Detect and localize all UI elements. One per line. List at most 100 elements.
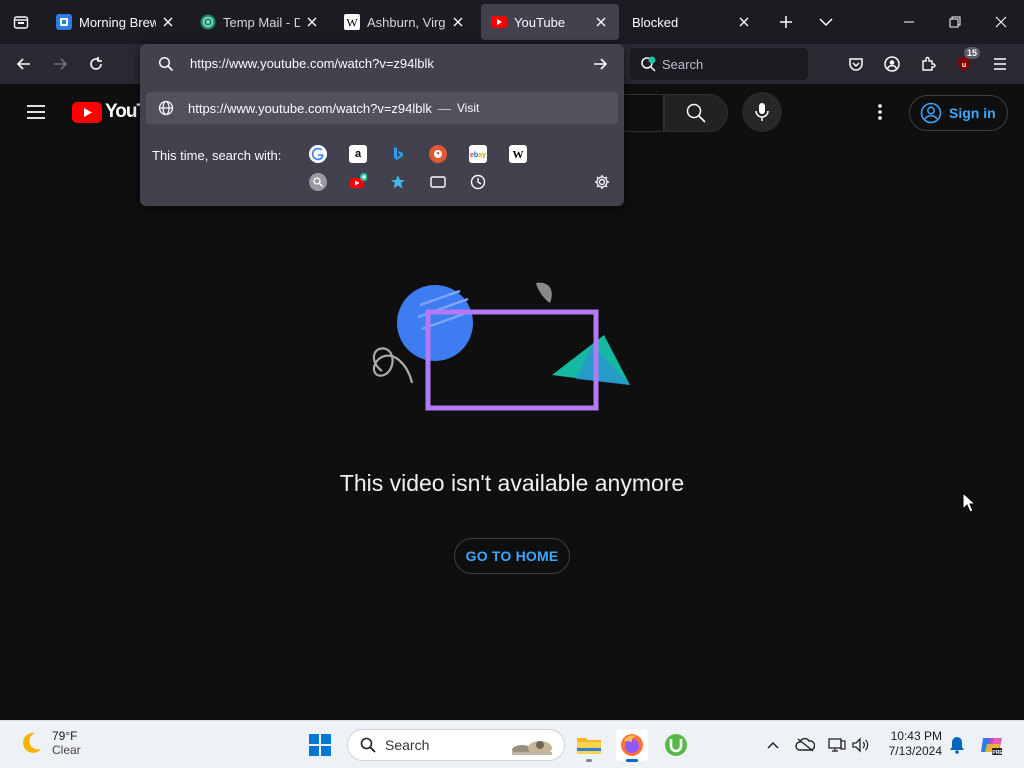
url-input[interactable]: https://www.youtube.com/watch?v=z94lblk (140, 44, 624, 84)
arrow-left-icon (16, 58, 30, 70)
tab-title: Ashburn, Virgini (367, 14, 446, 30)
youtube-search-button[interactable] (664, 94, 728, 132)
copilot-button[interactable]: PRE (980, 733, 1002, 757)
sign-in-label: Sign in (949, 105, 996, 121)
list-all-tabs-button[interactable] (812, 8, 840, 36)
tab-morning-brew[interactable]: Morning Brew (46, 4, 186, 40)
wikipedia-icon: W (344, 14, 360, 30)
morning-brew-icon (56, 14, 72, 30)
hamburger-menu-icon (994, 58, 1006, 70)
svg-text:W: W (346, 16, 358, 30)
tab-temp-mail[interactable]: Temp Mail - Dis (190, 4, 330, 40)
guide-menu-button[interactable] (22, 100, 50, 124)
weather-condition: Clear (52, 743, 81, 757)
tab-ashburn-wikipedia[interactable]: W Ashburn, Virgini (334, 4, 476, 40)
utorrent-icon (665, 734, 687, 756)
close-icon[interactable] (593, 14, 609, 30)
svg-text:PRE: PRE (992, 750, 1002, 756)
tab-strip: Morning Brew Temp Mail - Dis W Ashburn, … (0, 0, 1024, 44)
user-circle-icon (920, 102, 942, 124)
url-suggestion-row[interactable]: https://www.youtube.com/watch?v=z94lblk … (146, 92, 618, 124)
google-engine-icon[interactable] (309, 145, 327, 163)
youtube-icon (491, 14, 507, 30)
urlbar-dropdown: https://www.youtube.com/watch?v=z94lblk … (140, 44, 624, 206)
account-button[interactable] (878, 50, 906, 78)
start-button[interactable] (308, 733, 332, 757)
globe-icon (158, 100, 174, 116)
search-settings-gear-icon[interactable] (593, 173, 611, 191)
file-explorer-app[interactable] (573, 729, 605, 762)
ebay-engine-icon[interactable]: ebay (469, 145, 487, 163)
onedrive-tray[interactable] (794, 733, 816, 757)
back-button[interactable] (10, 50, 38, 78)
suggestion-url: https://www.youtube.com/watch?v=z94lblk (188, 100, 432, 116)
close-icon[interactable] (160, 14, 176, 30)
taskbar-clock[interactable]: 10:43 PM 7/13/2024 (884, 729, 942, 759)
notifications-button[interactable] (946, 733, 968, 757)
reload-icon (90, 57, 102, 70)
tab-title: Temp Mail - Dis (223, 14, 300, 30)
pocket-button[interactable] (842, 50, 870, 78)
sign-in-button[interactable]: Sign in (909, 95, 1008, 131)
minimize-icon (904, 21, 914, 23)
restore-icon (949, 16, 961, 28)
firefox-view-icon (13, 16, 29, 29)
extensions-button[interactable] (914, 50, 942, 78)
new-tab-button[interactable] (772, 8, 800, 36)
close-icon[interactable] (450, 14, 466, 30)
tab-youtube[interactable]: YouTube (481, 4, 619, 40)
hamburger-menu-icon (27, 105, 45, 119)
reload-button[interactable] (82, 50, 110, 78)
unavailable-illustration (372, 282, 630, 411)
utorrent-app[interactable] (660, 729, 692, 761)
firefox-view-button[interactable] (0, 0, 42, 44)
app-menu-button[interactable] (986, 50, 1014, 78)
search-bar[interactable]: Search (630, 48, 808, 80)
volume-tray[interactable] (850, 733, 872, 757)
svg-text:u: u (962, 62, 966, 69)
taskbar-search-placeholder: Search (385, 737, 430, 753)
wikipedia-engine-icon[interactable]: W (509, 145, 527, 163)
voice-search-button[interactable] (742, 92, 782, 132)
suggestion-action: Visit (456, 101, 480, 115)
suggestion-separator: — (437, 100, 451, 116)
pocket-icon (849, 58, 863, 71)
amazon-engine-icon[interactable]: a (349, 145, 367, 163)
clock-time: 10:43 PM (890, 729, 942, 743)
minimize-button[interactable] (886, 0, 932, 44)
search-icon (360, 737, 376, 753)
bookmarks-star-icon[interactable] (389, 173, 407, 191)
search-highlight-art (512, 741, 552, 755)
network-display-icon (828, 738, 846, 752)
bing-engine-icon[interactable] (389, 145, 407, 163)
go-to-home-button[interactable]: GO TO HOME (454, 538, 570, 574)
close-icon[interactable] (304, 14, 320, 30)
firefox-app[interactable] (616, 729, 648, 762)
tab-blocked[interactable]: Blocked (622, 4, 762, 40)
tab-title: Blocked (632, 14, 679, 30)
youtube-add-engine-icon[interactable] (349, 173, 367, 191)
close-icon[interactable] (736, 14, 752, 30)
duckduckgo-engine-icon[interactable] (429, 145, 447, 163)
tabs-icon[interactable] (429, 173, 447, 191)
chevron-up-icon (767, 741, 779, 749)
search-engine-extra-icon[interactable] (309, 173, 327, 191)
forward-button[interactable] (46, 50, 74, 78)
settings-more-button[interactable] (866, 100, 894, 124)
weather-widget[interactable]: 79°F Clear (18, 729, 81, 757)
weather-temperature: 79°F (52, 729, 78, 743)
taskbar-search[interactable]: Search (347, 729, 565, 761)
network-tray[interactable] (826, 733, 848, 757)
go-arrow-icon[interactable] (592, 56, 608, 72)
ublock-extension-button[interactable]: u 15 (950, 47, 980, 78)
url-input-value: https://www.youtube.com/watch?v=z94lblk (190, 56, 434, 71)
moon-icon (18, 730, 44, 756)
youtube-search-input[interactable] (618, 94, 664, 132)
windows-taskbar: 79°F Clear Search 10:43 PM 7/13/2024 PRE (0, 720, 1024, 768)
firefox-icon (621, 734, 643, 756)
restore-button[interactable] (932, 0, 978, 44)
show-hidden-icons-button[interactable] (762, 733, 784, 757)
search-with-label: This time, search with: (152, 148, 282, 163)
history-clock-icon[interactable] (469, 173, 487, 191)
close-window-button[interactable] (978, 0, 1024, 44)
